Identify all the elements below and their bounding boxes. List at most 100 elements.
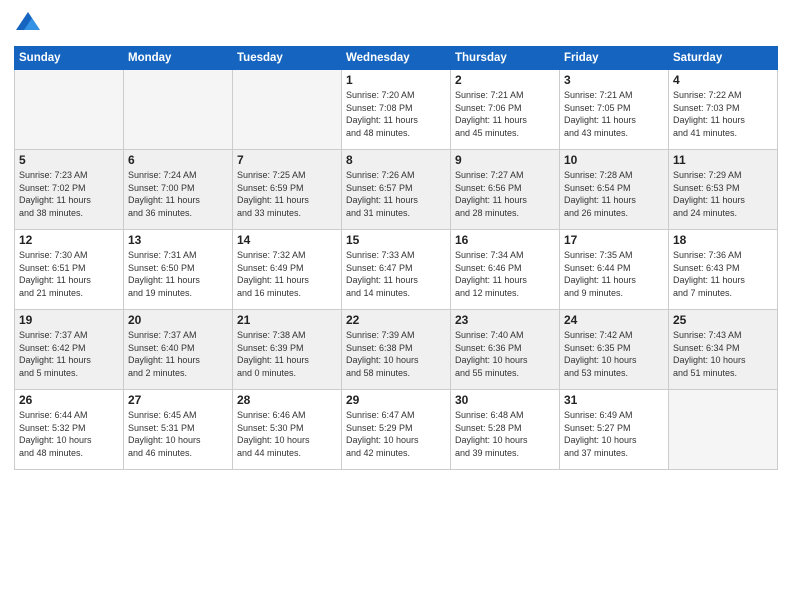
calendar-day-cell: 8 Sunrise: 7:26 AM Sunset: 6:57 PM Daylig…	[342, 150, 451, 230]
calendar-day-cell	[669, 390, 778, 470]
day-info: Sunrise: 7:26 AM Sunset: 6:57 PM Dayligh…	[346, 169, 446, 219]
weekday-header-row: SundayMondayTuesdayWednesdayThursdayFrid…	[15, 47, 778, 70]
day-number: 12	[19, 233, 119, 247]
day-info: Sunrise: 7:21 AM Sunset: 7:05 PM Dayligh…	[564, 89, 664, 139]
weekday-header: Tuesday	[233, 47, 342, 70]
day-number: 10	[564, 153, 664, 167]
day-info: Sunrise: 6:44 AM Sunset: 5:32 PM Dayligh…	[19, 409, 119, 459]
day-number: 28	[237, 393, 337, 407]
logo-icon	[14, 10, 42, 38]
weekday-header: Monday	[124, 47, 233, 70]
day-number: 8	[346, 153, 446, 167]
calendar-table: SundayMondayTuesdayWednesdayThursdayFrid…	[14, 46, 778, 470]
day-number: 22	[346, 313, 446, 327]
calendar-day-cell	[15, 70, 124, 150]
day-number: 6	[128, 153, 228, 167]
day-info: Sunrise: 6:49 AM Sunset: 5:27 PM Dayligh…	[564, 409, 664, 459]
calendar-day-cell: 24Sunrise: 7:42 AM Sunset: 6:35 PM Dayli…	[560, 310, 669, 390]
day-number: 4	[673, 73, 773, 87]
calendar-day-cell	[233, 70, 342, 150]
calendar-day-cell: 25Sunrise: 7:43 AM Sunset: 6:34 PM Dayli…	[669, 310, 778, 390]
day-number: 3	[564, 73, 664, 87]
calendar-day-cell: 23 Sunrise: 7:40 AM Sunset: 6:36 PM Dayli…	[451, 310, 560, 390]
day-number: 18	[673, 233, 773, 247]
calendar-week-row: 19 Sunrise: 7:37 AM Sunset: 6:42 PM Dayli…	[15, 310, 778, 390]
calendar-day-cell: 7Sunrise: 7:25 AM Sunset: 6:59 PM Daylig…	[233, 150, 342, 230]
day-info: Sunrise: 6:47 AM Sunset: 5:29 PM Dayligh…	[346, 409, 446, 459]
day-number: 30	[455, 393, 555, 407]
day-number: 14	[237, 233, 337, 247]
day-number: 20	[128, 313, 228, 327]
weekday-header: Thursday	[451, 47, 560, 70]
day-info: Sunrise: 7:37 AM Sunset: 6:42 PM Dayligh…	[19, 329, 119, 379]
day-number: 11	[673, 153, 773, 167]
day-info: Sunrise: 7:32 AM Sunset: 6:49 PM Dayligh…	[237, 249, 337, 299]
day-info: Sunrise: 7:36 AM Sunset: 6:43 PM Dayligh…	[673, 249, 773, 299]
day-number: 21	[237, 313, 337, 327]
calendar-day-cell: 6 Sunrise: 7:24 AM Sunset: 7:00 PM Daylig…	[124, 150, 233, 230]
day-info: Sunrise: 7:30 AM Sunset: 6:51 PM Dayligh…	[19, 249, 119, 299]
day-number: 2	[455, 73, 555, 87]
day-info: Sunrise: 7:39 AM Sunset: 6:38 PM Dayligh…	[346, 329, 446, 379]
calendar-day-cell: 12 Sunrise: 7:30 AM Sunset: 6:51 PM Dayli…	[15, 230, 124, 310]
day-info: Sunrise: 7:28 AM Sunset: 6:54 PM Dayligh…	[564, 169, 664, 219]
day-info: Sunrise: 7:34 AM Sunset: 6:46 PM Dayligh…	[455, 249, 555, 299]
day-info: Sunrise: 7:40 AM Sunset: 6:36 PM Dayligh…	[455, 329, 555, 379]
day-info: Sunrise: 7:37 AM Sunset: 6:40 PM Dayligh…	[128, 329, 228, 379]
calendar-day-cell: 16 Sunrise: 7:34 AM Sunset: 6:46 PM Dayli…	[451, 230, 560, 310]
day-number: 19	[19, 313, 119, 327]
day-info: Sunrise: 7:24 AM Sunset: 7:00 PM Dayligh…	[128, 169, 228, 219]
day-number: 5	[19, 153, 119, 167]
day-number: 1	[346, 73, 446, 87]
weekday-header: Sunday	[15, 47, 124, 70]
day-number: 16	[455, 233, 555, 247]
calendar-day-cell: 29 Sunrise: 6:47 AM Sunset: 5:29 PM Dayli…	[342, 390, 451, 470]
logo	[14, 10, 46, 38]
calendar-day-cell: 17 Sunrise: 7:35 AM Sunset: 6:44 PM Dayli…	[560, 230, 669, 310]
day-number: 29	[346, 393, 446, 407]
day-number: 31	[564, 393, 664, 407]
calendar-day-cell: 27 Sunrise: 6:45 AM Sunset: 5:31 PM Dayli…	[124, 390, 233, 470]
calendar-day-cell: 14 Sunrise: 7:32 AM Sunset: 6:49 PM Dayli…	[233, 230, 342, 310]
day-number: 27	[128, 393, 228, 407]
day-number: 9	[455, 153, 555, 167]
day-info: Sunrise: 7:27 AM Sunset: 6:56 PM Dayligh…	[455, 169, 555, 219]
weekday-header: Saturday	[669, 47, 778, 70]
calendar-day-cell: 28 Sunrise: 6:46 AM Sunset: 5:30 PM Dayli…	[233, 390, 342, 470]
day-number: 15	[346, 233, 446, 247]
calendar-day-cell: 31 Sunrise: 6:49 AM Sunset: 5:27 PM Dayli…	[560, 390, 669, 470]
calendar-week-row: 12 Sunrise: 7:30 AM Sunset: 6:51 PM Dayli…	[15, 230, 778, 310]
calendar-day-cell: 5Sunrise: 7:23 AM Sunset: 7:02 PM Daylig…	[15, 150, 124, 230]
day-info: Sunrise: 7:25 AM Sunset: 6:59 PM Dayligh…	[237, 169, 337, 219]
day-number: 13	[128, 233, 228, 247]
calendar-day-cell: 10 Sunrise: 7:28 AM Sunset: 6:54 PM Dayli…	[560, 150, 669, 230]
day-number: 24	[564, 313, 664, 327]
calendar-day-cell: 11 Sunrise: 7:29 AM Sunset: 6:53 PM Dayli…	[669, 150, 778, 230]
calendar-week-row: 1Sunrise: 7:20 AM Sunset: 7:08 PM Daylig…	[15, 70, 778, 150]
day-info: Sunrise: 7:35 AM Sunset: 6:44 PM Dayligh…	[564, 249, 664, 299]
calendar-day-cell: 4Sunrise: 7:22 AM Sunset: 7:03 PM Daylig…	[669, 70, 778, 150]
day-number: 25	[673, 313, 773, 327]
calendar-day-cell: 3 Sunrise: 7:21 AM Sunset: 7:05 PM Daylig…	[560, 70, 669, 150]
calendar-day-cell: 21 Sunrise: 7:38 AM Sunset: 6:39 PM Dayli…	[233, 310, 342, 390]
day-info: Sunrise: 6:45 AM Sunset: 5:31 PM Dayligh…	[128, 409, 228, 459]
day-number: 17	[564, 233, 664, 247]
header	[14, 10, 778, 38]
calendar-day-cell: 19 Sunrise: 7:37 AM Sunset: 6:42 PM Dayli…	[15, 310, 124, 390]
day-number: 26	[19, 393, 119, 407]
calendar-day-cell: 20 Sunrise: 7:37 AM Sunset: 6:40 PM Dayli…	[124, 310, 233, 390]
day-info: Sunrise: 6:46 AM Sunset: 5:30 PM Dayligh…	[237, 409, 337, 459]
day-info: Sunrise: 7:21 AM Sunset: 7:06 PM Dayligh…	[455, 89, 555, 139]
day-info: Sunrise: 7:38 AM Sunset: 6:39 PM Dayligh…	[237, 329, 337, 379]
day-number: 23	[455, 313, 555, 327]
calendar-day-cell: 30 Sunrise: 6:48 AM Sunset: 5:28 PM Dayli…	[451, 390, 560, 470]
day-info: Sunrise: 7:33 AM Sunset: 6:47 PM Dayligh…	[346, 249, 446, 299]
calendar-day-cell: 26 Sunrise: 6:44 AM Sunset: 5:32 PM Dayli…	[15, 390, 124, 470]
calendar-day-cell: 22 Sunrise: 7:39 AM Sunset: 6:38 PM Dayli…	[342, 310, 451, 390]
day-info: Sunrise: 7:29 AM Sunset: 6:53 PM Dayligh…	[673, 169, 773, 219]
calendar-day-cell: 15 Sunrise: 7:33 AM Sunset: 6:47 PM Dayli…	[342, 230, 451, 310]
calendar-day-cell: 18 Sunrise: 7:36 AM Sunset: 6:43 PM Dayli…	[669, 230, 778, 310]
day-info: Sunrise: 6:48 AM Sunset: 5:28 PM Dayligh…	[455, 409, 555, 459]
calendar-day-cell: 9 Sunrise: 7:27 AM Sunset: 6:56 PM Daylig…	[451, 150, 560, 230]
calendar-week-row: 26 Sunrise: 6:44 AM Sunset: 5:32 PM Dayli…	[15, 390, 778, 470]
